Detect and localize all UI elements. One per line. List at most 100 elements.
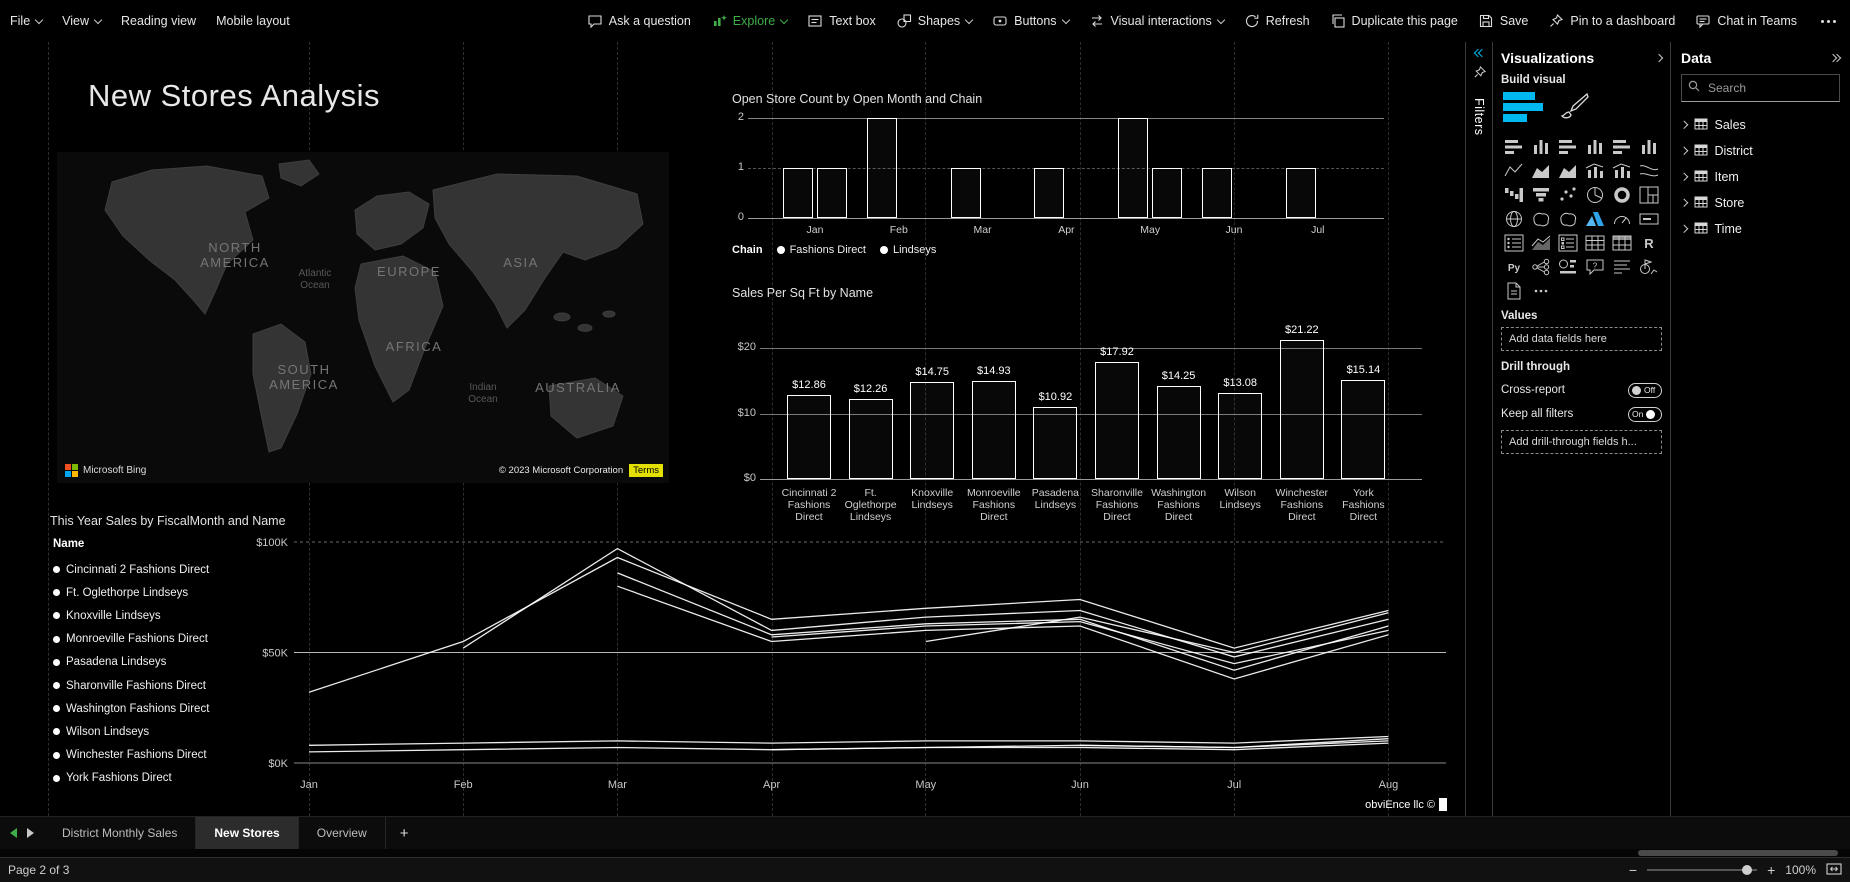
add-data-fields-dropzone[interactable]: Add data fields here bbox=[1501, 327, 1662, 351]
kpi-icon[interactable] bbox=[1528, 232, 1553, 254]
line-chart-icon[interactable] bbox=[1501, 160, 1526, 182]
menu-view[interactable]: View bbox=[52, 0, 111, 42]
area-chart-icon[interactable] bbox=[1528, 160, 1553, 182]
bar-feb-fashions-direct[interactable] bbox=[866, 118, 897, 218]
card-icon[interactable] bbox=[1637, 208, 1662, 230]
map-icon[interactable] bbox=[1501, 208, 1526, 230]
menu-ask-a-question[interactable]: Ask a question bbox=[577, 0, 701, 42]
decomposition-tree-icon[interactable] bbox=[1528, 256, 1553, 278]
page-tab-new-stores[interactable]: New Stores bbox=[196, 817, 299, 849]
zoom-slider-thumb[interactable] bbox=[1741, 865, 1752, 875]
r-script-visual-icon[interactable]: R bbox=[1637, 232, 1662, 254]
multi-row-card-icon[interactable] bbox=[1501, 232, 1526, 254]
menu-text-box[interactable]: Text box bbox=[797, 0, 886, 42]
search-input[interactable] bbox=[1706, 80, 1830, 96]
zoom-slider[interactable] bbox=[1647, 865, 1758, 875]
key-influencers-icon[interactable] bbox=[1555, 256, 1580, 278]
line-and-stacked-column-chart-icon[interactable] bbox=[1582, 160, 1607, 182]
more-options-button[interactable] bbox=[1807, 0, 1850, 42]
this-year-sales-chart[interactable]: This Year Sales by FiscalMonth and Name … bbox=[50, 514, 1453, 814]
donut-chart-icon[interactable] bbox=[1610, 184, 1635, 206]
clustered-bar-chart-icon[interactable] bbox=[1555, 136, 1580, 158]
pin-pane-icon[interactable] bbox=[1473, 65, 1486, 84]
menu-shapes[interactable]: Shapes bbox=[886, 0, 982, 42]
zoom-level[interactable]: 100% bbox=[1785, 863, 1816, 877]
legend-item[interactable]: Lindseys bbox=[879, 244, 936, 256]
stacked-area-chart-icon[interactable] bbox=[1555, 160, 1580, 182]
ribbon-chart-icon[interactable] bbox=[1637, 160, 1662, 182]
fit-to-page-icon[interactable] bbox=[1826, 862, 1842, 878]
stacked-bar-chart-icon[interactable] bbox=[1501, 136, 1526, 158]
stacked-column-chart-icon[interactable] bbox=[1528, 136, 1553, 158]
bar-york-fashions-direct[interactable] bbox=[1341, 379, 1386, 479]
next-page-icon[interactable] bbox=[27, 828, 34, 838]
get-more-visuals-icon[interactable] bbox=[1528, 280, 1553, 302]
collapse-data-pane-icon[interactable] bbox=[1828, 53, 1842, 63]
bar-may-fashions-direct[interactable] bbox=[1118, 118, 1149, 218]
data-table-store[interactable]: Store bbox=[1679, 190, 1840, 216]
cross-report-toggle[interactable]: Off bbox=[1628, 382, 1662, 398]
add-drill-through-fields-dropzone[interactable]: Add drill-through fields h... bbox=[1501, 430, 1662, 454]
smart-narrative-icon[interactable] bbox=[1610, 256, 1635, 278]
clustered-column-chart-icon[interactable] bbox=[1582, 136, 1607, 158]
treemap-icon[interactable] bbox=[1637, 184, 1662, 206]
expand-filters-icon[interactable] bbox=[1473, 48, 1487, 58]
menu-reading-view[interactable]: Reading view bbox=[111, 0, 206, 42]
bar-sharonville-fashions-direct[interactable] bbox=[1095, 361, 1139, 479]
matrix-icon[interactable] bbox=[1610, 232, 1635, 254]
bar-apr-fashions-direct[interactable] bbox=[1034, 168, 1065, 218]
data-table-item[interactable]: Item bbox=[1679, 164, 1840, 190]
100-stacked-column-chart-icon[interactable] bbox=[1637, 136, 1662, 158]
menu-explore[interactable]: Explore bbox=[701, 0, 797, 42]
bar-winchester-fashions-direct[interactable] bbox=[1279, 340, 1324, 479]
bar-pasadena-lindseys[interactable] bbox=[1033, 407, 1078, 479]
zoom-in-icon[interactable]: + bbox=[1767, 862, 1775, 878]
100-stacked-bar-chart-icon[interactable] bbox=[1610, 136, 1635, 158]
gauge-icon[interactable] bbox=[1610, 208, 1635, 230]
bar-jan-fashions-direct[interactable] bbox=[783, 168, 813, 218]
line-and-clustered-column-chart-icon[interactable] bbox=[1610, 160, 1635, 182]
bar-monroeville-fashions-direct[interactable] bbox=[971, 381, 1016, 479]
bar-wilson-lindseys[interactable] bbox=[1218, 393, 1263, 479]
funnel-chart-icon[interactable] bbox=[1528, 184, 1553, 206]
menu-file[interactable]: File bbox=[0, 0, 52, 42]
azure-map-icon[interactable] bbox=[1582, 208, 1607, 230]
map-visual[interactable]: NORTH AMERICA EUROPE ASIA AFRICA SOUTH AMERICA… bbox=[57, 152, 669, 483]
bar-may-lindseys[interactable] bbox=[1152, 168, 1183, 218]
line-monroeville-fashions-direct[interactable] bbox=[308, 556, 1389, 693]
bar-cincinnati-2-fashions-direct[interactable] bbox=[787, 394, 831, 479]
python-visual-icon[interactable]: Py bbox=[1501, 256, 1526, 278]
data-table-district[interactable]: District bbox=[1679, 138, 1840, 164]
page-tab-overview[interactable]: Overview bbox=[299, 817, 386, 849]
bar-ft-oglethorpe-lindseys[interactable] bbox=[848, 398, 893, 479]
new-page-button[interactable]: + bbox=[386, 817, 423, 849]
shape-map-icon[interactable] bbox=[1555, 208, 1580, 230]
filters-pane-label[interactable]: Filters bbox=[1472, 98, 1486, 136]
bar-knoxville-lindseys[interactable] bbox=[910, 382, 955, 479]
filled-map-icon[interactable] bbox=[1528, 208, 1553, 230]
line-cincinnati-2-fashions-direct[interactable] bbox=[308, 735, 1389, 746]
bar-jul-fashions-direct[interactable] bbox=[1285, 168, 1316, 218]
pie-chart-icon[interactable] bbox=[1582, 184, 1607, 206]
menu-save[interactable]: Save bbox=[1468, 0, 1539, 42]
qa-visual-icon[interactable]: ? bbox=[1582, 256, 1607, 278]
menu-buttons[interactable]: Buttons bbox=[982, 0, 1078, 42]
menu-chat-in-teams[interactable]: Chat in Teams bbox=[1685, 0, 1807, 42]
keep-all-filters-toggle[interactable]: On bbox=[1628, 406, 1662, 422]
collapse-visualizations-icon[interactable] bbox=[1654, 53, 1664, 63]
paginated-report-icon[interactable] bbox=[1501, 280, 1526, 302]
line-pasadena-lindseys[interactable] bbox=[462, 547, 1389, 658]
bar-washington-fashions-direct[interactable] bbox=[1156, 385, 1201, 479]
page-tab-district-monthly-sales[interactable]: District Monthly Sales bbox=[44, 817, 197, 849]
format-visual-tab-icon[interactable] bbox=[1559, 92, 1591, 127]
legend-item[interactable]: Fashions Direct bbox=[776, 244, 866, 256]
data-table-sales[interactable]: Sales bbox=[1679, 112, 1840, 138]
waterfall-chart-icon[interactable] bbox=[1501, 184, 1526, 206]
map-terms-link[interactable]: Terms bbox=[629, 464, 663, 477]
horizontal-scrollbar-thumb[interactable] bbox=[1638, 850, 1838, 856]
bar-jun-fashions-direct[interactable] bbox=[1202, 168, 1232, 218]
data-table-time[interactable]: Time bbox=[1679, 216, 1840, 242]
table-icon[interactable] bbox=[1582, 232, 1607, 254]
build-visual-tab-icon[interactable] bbox=[1503, 91, 1543, 128]
previous-page-icon[interactable] bbox=[10, 828, 17, 838]
